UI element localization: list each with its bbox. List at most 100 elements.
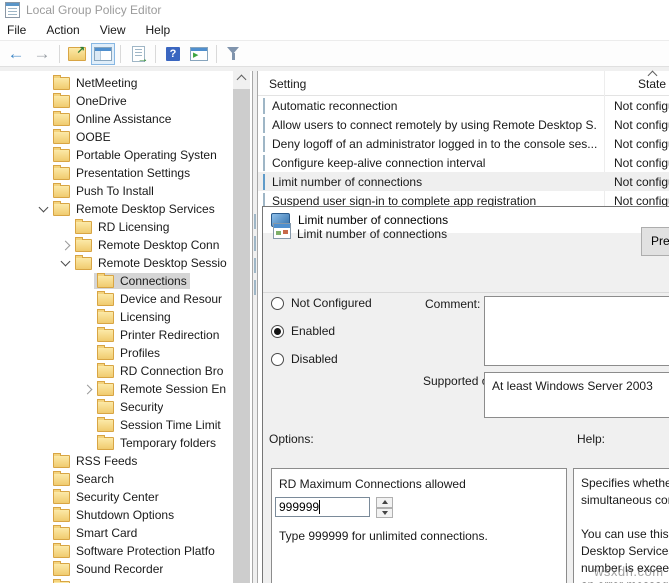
folder-icon: [75, 221, 92, 234]
help-button[interactable]: ?: [161, 43, 185, 65]
scrollbar-thumb[interactable]: [233, 89, 250, 583]
tree-node-portable-operating-systen[interactable]: Portable Operating Systen: [50, 147, 220, 163]
title-bar: Local Group Policy Editor: [0, 0, 669, 20]
radio-selected-icon[interactable]: [271, 325, 284, 338]
menu-file[interactable]: File: [0, 23, 36, 37]
menu-action[interactable]: Action: [36, 23, 89, 37]
tree-node-onedrive[interactable]: OneDrive: [50, 93, 130, 109]
console-tree: NetMeeting OneDrive Online Assistance OOBE P…: [0, 74, 233, 583]
radio-icon[interactable]: [271, 297, 284, 310]
tree-item-licensing: Licensing: [0, 308, 233, 326]
tree-item-onedrive: OneDrive: [0, 92, 233, 110]
tree-item-partial: [0, 578, 233, 583]
help-label: Help:: [577, 432, 605, 446]
tree-node-temporary-folders[interactable]: Temporary folders: [94, 435, 219, 451]
tree-item-security: Security: [0, 398, 233, 416]
tree-item-netmeeting: NetMeeting: [0, 74, 233, 92]
menu-help[interactable]: Help: [136, 23, 181, 37]
forward-button[interactable]: [30, 43, 54, 65]
folder-icon: [97, 383, 114, 396]
tree-node-remote-desktop-sessio[interactable]: Remote Desktop Sessio: [72, 255, 230, 271]
tree-node-remote-desktop-conn[interactable]: Remote Desktop Conn: [72, 237, 222, 253]
collapsed-chevron-icon[interactable]: [60, 240, 70, 250]
tree-node-software-protection-platfo[interactable]: Software Protection Platfo: [50, 543, 218, 559]
tree-item-label: Printer Redirection: [120, 328, 219, 342]
tree-node-smart-card[interactable]: Smart Card: [50, 525, 140, 541]
window-title: Local Group Policy Editor: [26, 3, 161, 17]
tree-node-netmeeting[interactable]: NetMeeting: [50, 75, 140, 91]
tree-node-printer-redirection[interactable]: Printer Redirection: [94, 327, 222, 343]
tree-node-remote-desktop-services[interactable]: Remote Desktop Services: [50, 201, 218, 217]
tree-node-rd-licensing[interactable]: RD Licensing: [72, 219, 172, 235]
tree-node-oobe[interactable]: OOBE: [50, 129, 114, 145]
radio-not-configured[interactable]: Not Configured: [271, 295, 372, 311]
spinner-down-button[interactable]: [376, 508, 393, 519]
tree-item-label: Online Assistance: [76, 112, 171, 126]
up-one-level-button[interactable]: [65, 43, 89, 65]
setting-row-limit-number-of-connections[interactable]: Limit number of connections Not configure…: [258, 172, 669, 191]
setting-name: Configure keep-alive connection interval: [272, 156, 597, 170]
folder-icon: [53, 77, 70, 90]
show-action-pane-button[interactable]: [187, 43, 211, 65]
scroll-up-button[interactable]: [233, 71, 250, 88]
tree-item-connections: Connections: [0, 272, 233, 290]
dialog-header-band: [263, 233, 669, 293]
spinner-up-icon: [382, 500, 388, 504]
tree-scrollbar[interactable]: [233, 71, 250, 583]
setting-row-configure-keep-alive-connection-interval[interactable]: Configure keep-alive connection interval…: [258, 153, 669, 172]
setting-row-automatic-reconnection[interactable]: Automatic reconnectionNot configured: [258, 96, 669, 115]
tree-node-security[interactable]: Security: [94, 399, 166, 415]
tree-node-partial[interactable]: [50, 580, 79, 583]
tree-node-search[interactable]: Search: [50, 471, 117, 487]
expanded-chevron-icon[interactable]: [38, 203, 48, 213]
tree-node-presentation-settings[interactable]: Presentation Settings: [50, 165, 193, 181]
tree-node-shutdown-options[interactable]: Shutdown Options: [50, 507, 177, 523]
show-console-tree-icon: [94, 47, 112, 61]
collapsed-chevron-icon[interactable]: [82, 384, 92, 394]
back-button[interactable]: [4, 43, 28, 65]
tree-item-label: NetMeeting: [76, 76, 137, 90]
supported-on-box: At least Windows Server 2003: [484, 372, 669, 418]
tree-node-rss-feeds[interactable]: RSS Feeds: [50, 453, 140, 469]
setting-state: Not configured: [614, 175, 669, 189]
expanded-chevron-icon[interactable]: [60, 257, 70, 267]
tree-node-licensing[interactable]: Licensing: [94, 309, 174, 325]
tree-node-online-assistance[interactable]: Online Assistance: [50, 111, 174, 127]
setting-row-allow-users-to-connect-remotely-by-using-remote-desktop-s[interactable]: Allow users to connect remotely by using…: [258, 115, 669, 134]
radio-enabled[interactable]: Enabled: [271, 323, 335, 339]
tree-item-label: Security: [120, 400, 163, 414]
tree-node-remote-session-en[interactable]: Remote Session En: [94, 381, 229, 397]
comment-textarea[interactable]: [484, 296, 669, 366]
tree-node-connections[interactable]: Connections: [94, 273, 190, 289]
export-list-button[interactable]: [126, 43, 150, 65]
column-header-setting[interactable]: Setting: [269, 77, 306, 91]
tree-node-device-and-resour[interactable]: Device and Resour: [94, 291, 225, 307]
radio-disabled[interactable]: Disabled: [271, 351, 338, 367]
tree-item-oobe: OOBE: [0, 128, 233, 146]
filter-button[interactable]: [222, 43, 246, 65]
tree-item-label: RD Licensing: [98, 220, 169, 234]
max-connections-input[interactable]: [275, 497, 370, 517]
radio-icon[interactable]: [271, 353, 284, 366]
tree-node-rd-connection-bro[interactable]: RD Connection Bro: [94, 363, 226, 379]
tree-item-label: OOBE: [76, 130, 111, 144]
spinner-up-button[interactable]: [376, 497, 393, 508]
tree-item-label: Remote Desktop Services: [76, 202, 215, 216]
tree-node-security-center[interactable]: Security Center: [50, 489, 162, 505]
menu-view[interactable]: View: [90, 23, 136, 37]
help-icon: ?: [166, 47, 180, 61]
policy-setting-icon: [273, 223, 291, 239]
tree-node-session-time-limit[interactable]: Session Time Limit: [94, 417, 224, 433]
folder-icon: [53, 563, 70, 576]
toolbar-separator: [59, 45, 60, 63]
tree-node-push-to-install[interactable]: Push To Install: [50, 183, 157, 199]
policy-setting-icon: [263, 137, 265, 151]
show-console-tree-button[interactable]: [91, 43, 115, 65]
setting-row-deny-logoff-of-an-administrator-logged-in-to-the-console-ses[interactable]: Deny logoff of an administrator logged i…: [258, 134, 669, 153]
folder-icon: [97, 275, 114, 288]
previous-setting-button[interactable]: Previous Setting: [641, 227, 669, 256]
settings-rows: Automatic reconnectionNot configuredAllo…: [258, 96, 669, 210]
setting-name: Limit number of connections: [272, 175, 597, 189]
tree-node-sound-recorder[interactable]: Sound Recorder: [50, 561, 166, 577]
tree-node-profiles[interactable]: Profiles: [94, 345, 163, 361]
